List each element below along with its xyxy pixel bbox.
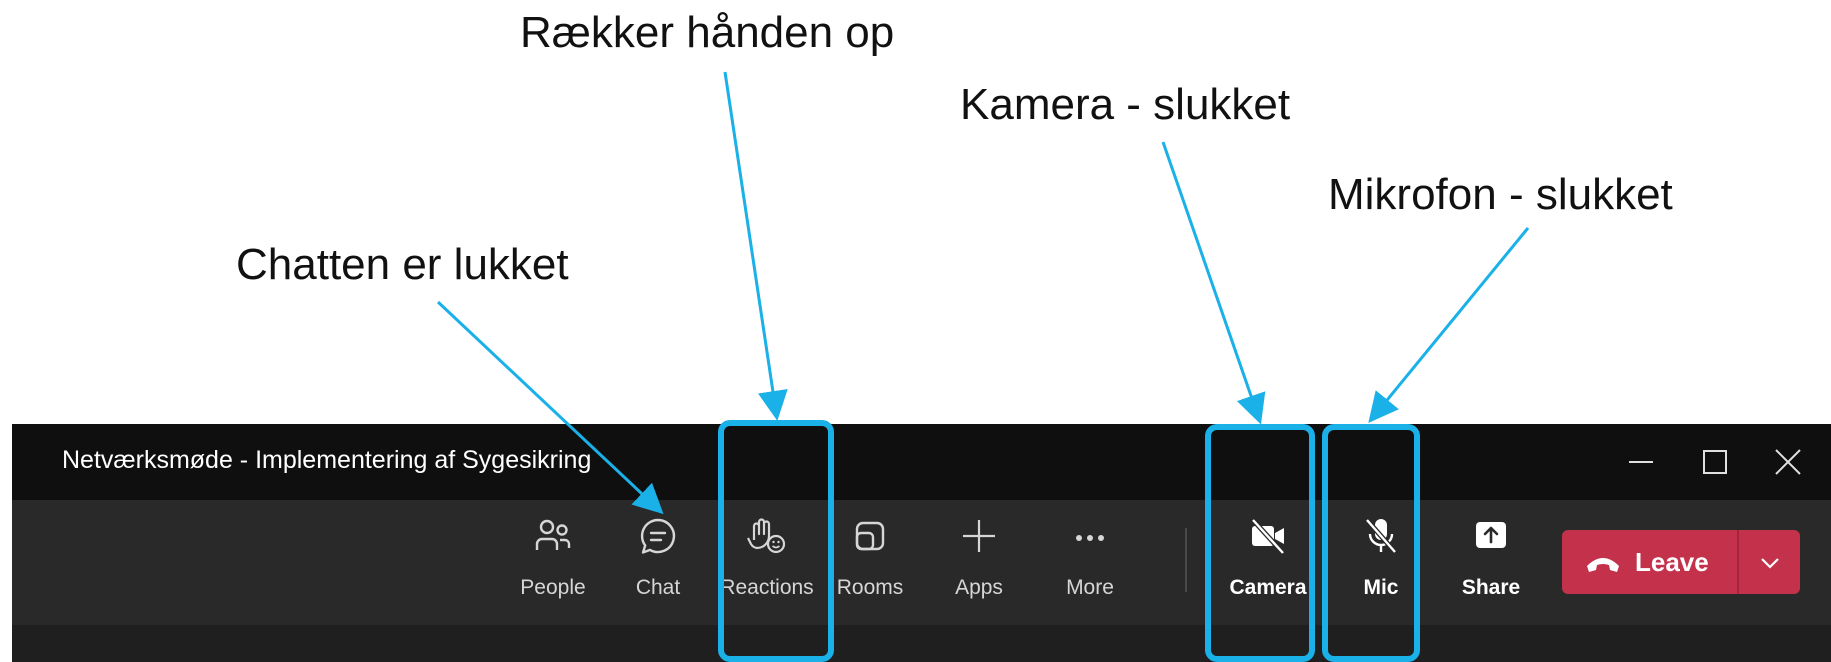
highlight-mic [1322,424,1420,662]
annotation-raise-hand: Rækker hånden op [520,8,895,57]
meeting-title: Netværksmøde - Implementering af Sygesik… [62,446,592,474]
highlight-camera [1205,424,1315,662]
annotation-chat-closed: Chatten er lukket [236,240,569,289]
plus-icon [963,520,995,552]
chat-icon [640,518,676,554]
maximize-button[interactable] [1689,438,1741,486]
more-icon [1076,535,1104,541]
phone-hangup-icon [1587,558,1619,572]
apps-label: Apps [955,576,1003,599]
minimize-icon [1629,461,1653,463]
chat-button[interactable]: Chat [603,500,713,625]
close-icon [1775,449,1801,475]
title-bar: Netværksmøde - Implementering af Sygesik… [12,424,1831,500]
arrow-raise-hand [723,71,788,421]
annotation-camera-off: Kamera - slukket [960,80,1291,129]
arrow-camera [1161,141,1266,425]
toolbar-divider [1185,528,1187,592]
minimize-button[interactable] [1615,438,1667,486]
more-button[interactable]: More [1035,500,1145,625]
arrow-mic [1368,227,1530,423]
people-button[interactable]: People [498,500,608,625]
highlight-reactions [718,420,834,662]
chat-label: Chat [635,576,681,599]
leave-options-button[interactable] [1739,530,1800,594]
share-icon [1476,522,1506,548]
meeting-toolbar: People Chat Reactions Rooms Apps More Ca… [12,500,1831,625]
share-button[interactable]: Share [1436,500,1546,625]
share-label: Share [1461,576,1521,599]
people-label: People [520,576,586,599]
people-icon [535,519,571,550]
close-button[interactable] [1762,438,1814,486]
leave-button-group: Leave [1562,530,1800,594]
meeting-stage [12,625,1831,662]
chevron-down-icon [1761,558,1779,569]
leave-button[interactable]: Leave [1562,530,1737,594]
more-label: More [1066,576,1114,599]
apps-button[interactable]: Apps [924,500,1034,625]
annotation-mic-off: Mikrofon - slukket [1328,170,1673,219]
rooms-icon [855,521,885,551]
leave-label: Leave [1635,547,1709,577]
meeting-window: Netværksmøde - Implementering af Sygesik… [12,424,1831,662]
maximize-icon [1703,450,1727,474]
